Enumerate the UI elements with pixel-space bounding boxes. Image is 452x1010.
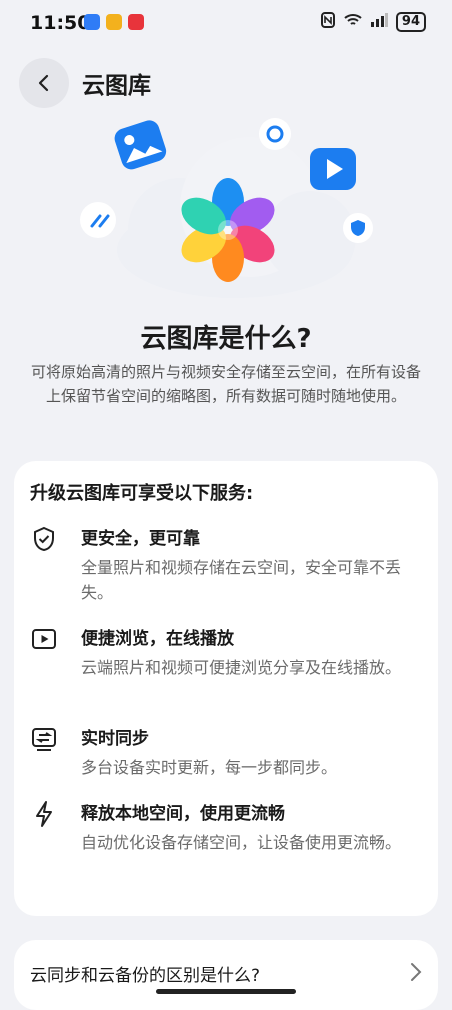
wifi-icon — [344, 13, 362, 31]
status-time: 11:50 — [30, 12, 91, 34]
feature-desc: 全量照片和视频存储在云空间，安全可靠不丢失。 — [81, 558, 402, 602]
signal-icon — [370, 13, 388, 31]
headline: 云图库是什么? — [140, 324, 312, 354]
shield-bubble-icon — [343, 213, 373, 243]
app-notification-icon — [84, 14, 100, 30]
photo-icon — [114, 120, 167, 170]
battery-icon: 94 — [395, 12, 426, 32]
app-notification-icon — [128, 14, 144, 30]
shield-check-icon — [34, 526, 54, 552]
feature-desc: 自动优化设备存储空间，让设备使用更流畅。 — [81, 833, 402, 852]
nfc-icon — [320, 12, 336, 32]
page-title: 云图库 — [82, 73, 151, 99]
services-card: 升级云图库可享受以下服务: 更安全，更可靠 全量照片和视频存储在云空间，安全可靠… — [14, 461, 438, 916]
intro-text: 可将原始高清的照片与视频安全存储至云空间，在所有设备上保留节省空间的缩略图，所有… — [30, 363, 421, 405]
back-arrow-icon — [38, 74, 49, 92]
video-icon — [310, 148, 356, 190]
play-icon — [32, 629, 56, 649]
transfer-bubble-icon — [80, 202, 116, 238]
chevron-right-icon — [411, 963, 422, 981]
feature-desc: 多台设备实时更新，每一步都同步。 — [81, 758, 338, 777]
app-notification-icon — [106, 14, 122, 30]
feature-title: 便捷浏览，在线播放 — [81, 629, 234, 649]
feature-title: 释放本地空间，使用更流畅 — [81, 804, 285, 824]
services-title: 升级云图库可享受以下服务: — [30, 483, 254, 504]
faq-label: 云同步和云备份的区别是什么? — [30, 966, 261, 986]
feature-title: 实时同步 — [81, 729, 149, 749]
status-bar: 11:50 94 — [0, 0, 452, 44]
feature-desc: 云端照片和视频可便捷浏览分享及在线播放。 — [81, 658, 402, 677]
hero-illustration — [70, 112, 400, 312]
feature-title: 更安全，更可靠 — [81, 529, 200, 549]
lightning-icon — [36, 801, 52, 827]
home-indicator[interactable] — [156, 989, 296, 994]
sync-bubble-icon — [259, 118, 291, 150]
back-button[interactable] — [19, 58, 69, 108]
status-indicators: 94 — [320, 12, 426, 32]
faq-link[interactable]: 云同步和云备份的区别是什么? — [14, 940, 438, 1010]
sync-icon — [32, 728, 56, 751]
